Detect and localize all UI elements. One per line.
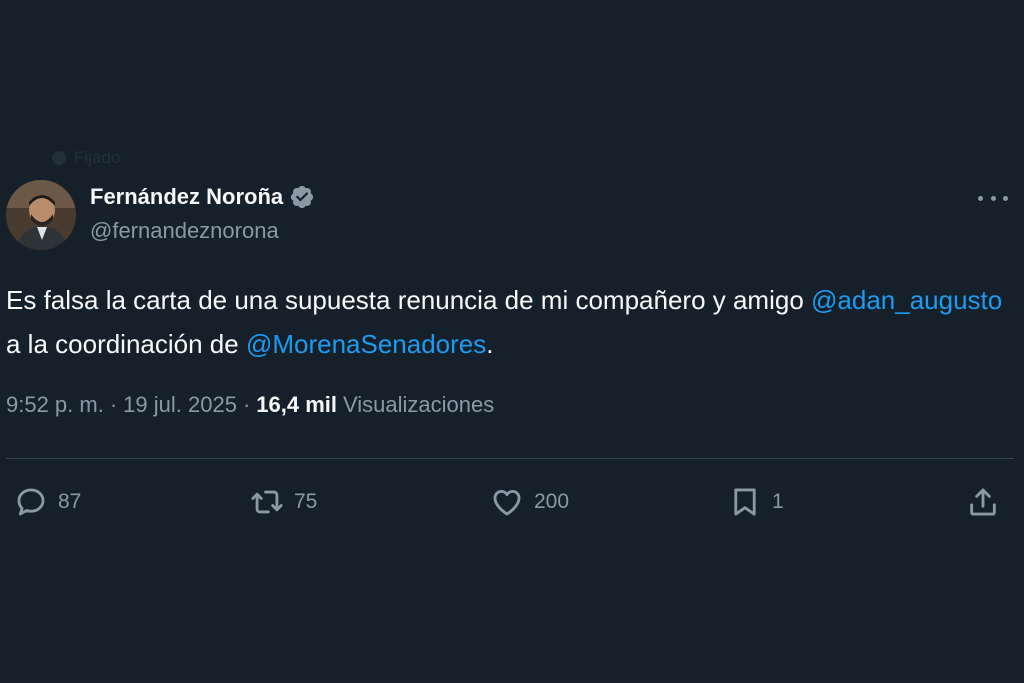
avatar-image [6, 180, 76, 250]
meta-separator: · [109, 392, 118, 417]
bookmark-button[interactable]: 1 [728, 480, 784, 524]
divider [6, 458, 1014, 459]
more-dot-icon [990, 195, 996, 201]
avatar[interactable] [6, 180, 76, 250]
author-display-name[interactable]: Fernández Noroña [90, 184, 283, 210]
bookmark-icon [734, 488, 756, 516]
reply-count: 87 [58, 490, 82, 513]
share-button[interactable] [966, 480, 1000, 524]
reply-button[interactable]: 87 [14, 480, 81, 524]
tweet-text-part: Es falsa la carta de una supuesta renunc… [6, 285, 812, 315]
tweet-text: Es falsa la carta de una supuesta renunc… [6, 278, 1006, 366]
author-handle[interactable]: @fernandeznorona [90, 218, 315, 244]
tweet-card: Fijado Fernández Noroña @fernandeznorona… [0, 0, 1024, 683]
views-count[interactable]: 16,4 mil [256, 392, 337, 418]
views-label: Visualizaciones [342, 392, 495, 417]
action-bar: 87 75 200 1 [0, 480, 1024, 524]
mention-link[interactable]: @MorenaSenadores [246, 329, 486, 359]
pinned-label: Fijado [74, 148, 121, 167]
heart-icon [493, 489, 521, 516]
like-button[interactable]: 200 [490, 480, 569, 524]
meta-separator: · [242, 392, 251, 417]
tweet-time[interactable]: 9:52 p. m. [6, 392, 104, 418]
mention-link[interactable]: @adan_augusto [811, 285, 1002, 315]
more-options-button[interactable] [978, 186, 1008, 210]
repost-button[interactable]: 75 [250, 480, 317, 524]
more-dot-icon [1003, 195, 1008, 201]
tweet-text-part: a la coordinación de [6, 329, 246, 359]
reply-icon [17, 488, 45, 516]
verified-badge-icon[interactable] [289, 184, 315, 210]
tweet-date[interactable]: 19 jul. 2025 [123, 392, 237, 418]
like-count: 200 [534, 490, 570, 513]
repost-count: 75 [294, 490, 318, 513]
repost-icon [251, 490, 283, 514]
tweet-meta: 9:52 p. m. · 19 jul. 2025 · 16,4 mil Vis… [6, 392, 494, 418]
share-icon [970, 488, 996, 516]
bookmark-count: 1 [772, 490, 784, 513]
more-dot-icon [978, 195, 983, 201]
pinned-indicator: Fijado [52, 146, 120, 170]
pin-icon [52, 151, 66, 165]
tweet-text-part: . [486, 329, 494, 359]
author-info: Fernández Noroña @fernandeznorona [90, 182, 315, 244]
